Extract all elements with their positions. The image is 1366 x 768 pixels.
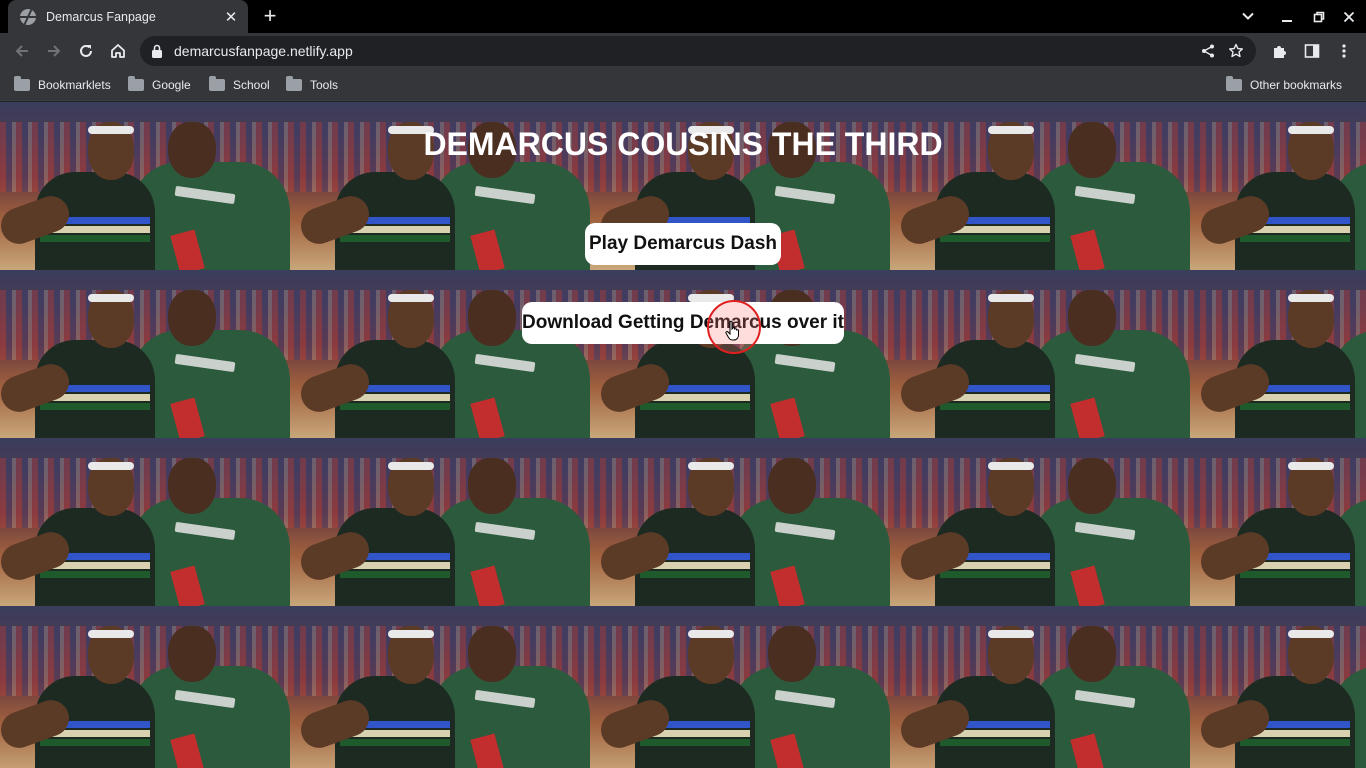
side-panel-icon	[1304, 44, 1320, 58]
tab-close-button[interactable]: ✕	[222, 8, 240, 26]
bookmark-label: School	[233, 78, 270, 92]
back-button[interactable]	[8, 37, 36, 65]
new-tab-button[interactable]: +	[258, 5, 282, 27]
close-window-button[interactable]	[1332, 0, 1366, 33]
bookmark-folder-tools[interactable]: Tools	[286, 75, 338, 95]
minimize-button[interactable]	[1270, 0, 1304, 33]
browser-toolbar: demarcusfanpage.netlify.app	[0, 33, 1366, 69]
bookmark-folder-google[interactable]: Google	[128, 75, 191, 95]
bookmark-folder-other[interactable]: Other bookmarks	[1226, 75, 1342, 95]
restore-icon	[1313, 11, 1325, 22]
folder-icon	[128, 76, 144, 91]
kebab-menu-icon	[1342, 44, 1346, 58]
arrow-right-icon	[48, 45, 61, 57]
extensions-button[interactable]	[1266, 37, 1294, 65]
bookmark-label: Other bookmarks	[1250, 78, 1343, 92]
folder-icon	[209, 76, 225, 91]
url-text[interactable]: demarcusfanpage.netlify.app	[174, 43, 1194, 59]
star-icon[interactable]	[1222, 37, 1250, 65]
browser-menu-button[interactable]	[1330, 37, 1358, 65]
chevron-down-icon	[1242, 12, 1254, 20]
close-icon	[1343, 11, 1355, 22]
forward-button[interactable]	[40, 37, 68, 65]
address-bar[interactable]: demarcusfanpage.netlify.app	[140, 36, 1256, 66]
bookmarks-bar: Bookmarklets Google School Tools Other b…	[0, 69, 1366, 101]
bookmark-label: Tools	[310, 78, 339, 92]
share-icon[interactable]	[1194, 37, 1222, 65]
browser-tab[interactable]: Demarcus Fanpage ✕	[8, 0, 248, 33]
folder-icon	[286, 76, 302, 91]
home-icon	[111, 44, 125, 58]
reload-button[interactable]	[72, 37, 100, 65]
bookmark-folder-school[interactable]: School	[209, 75, 270, 95]
hand-cursor-icon	[725, 320, 739, 341]
tab-title: Demarcus Fanpage	[46, 9, 156, 24]
page-title: DEMARCUS COUSINS THE THIRD	[423, 126, 943, 162]
globe-icon	[20, 8, 36, 25]
lock-icon[interactable]	[150, 44, 164, 58]
side-panel-button[interactable]	[1298, 37, 1326, 65]
bookmark-label: Google	[152, 78, 191, 92]
puzzle-icon	[1274, 46, 1286, 58]
download-game-button[interactable]: Download Getting Demarcus over it	[522, 302, 844, 344]
restore-button[interactable]	[1302, 0, 1336, 33]
page-content: DEMARCUS COUSINS THE THIRD Play Demarcus…	[0, 102, 1366, 768]
bookmark-label: Bookmarklets	[38, 78, 111, 92]
tab-strip: Demarcus Fanpage ✕ +	[0, 0, 1366, 33]
minimize-icon	[1282, 19, 1292, 22]
web-page: DEMARCUS COUSINS THE THIRD Play Demarcus…	[0, 102, 1366, 768]
arrow-left-icon	[15, 45, 28, 57]
folder-icon	[14, 76, 30, 91]
tab-search-button[interactable]	[1238, 6, 1258, 26]
home-button[interactable]	[104, 37, 132, 65]
bookmark-folder-bookmarklets[interactable]: Bookmarklets	[14, 75, 111, 95]
reload-icon	[80, 44, 92, 57]
folder-icon	[1226, 76, 1242, 91]
play-demarcus-dash-button[interactable]: Play Demarcus Dash	[585, 223, 781, 265]
